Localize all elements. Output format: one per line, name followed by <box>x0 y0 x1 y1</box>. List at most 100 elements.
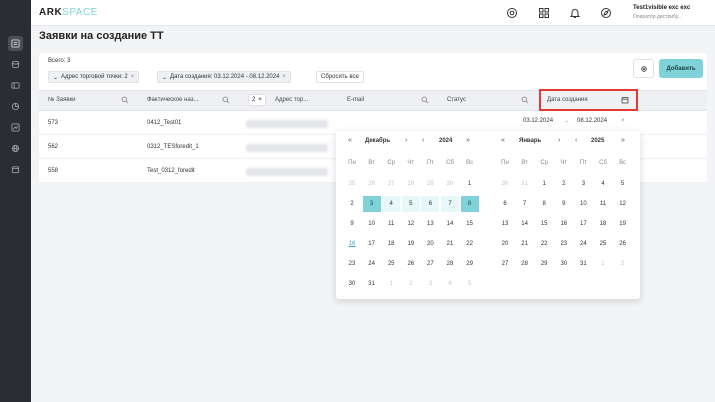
address-filter-badge[interactable]: 2 × <box>248 94 266 106</box>
calendar-day[interactable]: 25 <box>594 236 612 252</box>
next-month-icon[interactable]: › <box>405 137 407 144</box>
calendar-day[interactable]: 5 <box>614 176 632 192</box>
sidebar-item-reports[interactable] <box>8 120 23 135</box>
calendar-day[interactable]: 30 <box>343 276 361 292</box>
calendar-day[interactable]: 22 <box>535 236 553 252</box>
settings-button[interactable] <box>633 59 654 78</box>
calendar-day[interactable]: 13 <box>496 216 514 232</box>
calendar-day[interactable]: 28 <box>441 256 459 272</box>
calendar-day[interactable]: 5 <box>461 276 479 292</box>
calendar-day[interactable]: 6 <box>496 196 514 212</box>
calendar-day[interactable]: 29 <box>461 256 479 272</box>
search-icon[interactable] <box>121 96 129 104</box>
calendar-day[interactable]: 8 <box>460 196 479 212</box>
sidebar-item-global[interactable] <box>8 141 23 156</box>
calendar-icon[interactable] <box>621 96 629 104</box>
calendar-day[interactable]: 1 <box>535 176 553 192</box>
support-icon[interactable] <box>506 7 518 19</box>
calendar-day[interactable]: 20 <box>496 236 514 252</box>
calendar-day[interactable]: 1 <box>382 276 400 292</box>
calendar-day[interactable]: 2 <box>614 256 632 272</box>
calendar-day[interactable]: 14 <box>516 216 534 232</box>
calendar-day[interactable]: 16 <box>555 216 573 232</box>
calendar-day[interactable]: 10 <box>574 196 592 212</box>
calendar-day[interactable]: 9 <box>343 216 361 232</box>
calendar-day[interactable]: 2 <box>343 196 361 212</box>
calendar-day[interactable]: 19 <box>402 236 420 252</box>
calendar-day[interactable]: 5 <box>401 196 420 212</box>
calendar-day[interactable]: 30 <box>496 176 514 192</box>
right-month[interactable]: Январь <box>519 138 541 144</box>
close-icon[interactable]: × <box>258 97 262 103</box>
date-range-input[interactable]: 03.12.2024 → 08.12.2024 × <box>517 113 640 128</box>
column-number[interactable]: № Заявки <box>48 97 75 103</box>
search-icon[interactable] <box>222 96 230 104</box>
sidebar-item-database[interactable] <box>8 57 23 72</box>
calendar-day[interactable]: 18 <box>382 236 400 252</box>
close-icon[interactable]: × <box>131 74 135 80</box>
calendar-day[interactable]: 13 <box>421 216 439 232</box>
calendar-day[interactable]: 28 <box>402 176 420 192</box>
calendar-day[interactable]: 15 <box>461 216 479 232</box>
column-email[interactable]: E-mail <box>347 97 364 103</box>
left-year[interactable]: 2024 <box>439 138 452 144</box>
calendar-day[interactable]: 22 <box>461 236 479 252</box>
prev-month-icon[interactable]: ‹ <box>422 137 424 144</box>
calendar-day[interactable]: 7 <box>441 196 459 212</box>
calendar-day[interactable]: 8 <box>535 196 553 212</box>
calendar-day[interactable]: 2 <box>402 276 420 292</box>
calendar-day[interactable]: 29 <box>421 176 439 192</box>
add-button[interactable]: Добавить <box>659 59 703 78</box>
calendar-day[interactable]: 12 <box>614 196 632 212</box>
search-icon[interactable] <box>521 96 529 104</box>
calendar-day[interactable]: 27 <box>421 256 439 272</box>
sidebar-item-analytics[interactable] <box>8 99 23 114</box>
calendar-day[interactable]: 4 <box>382 196 401 212</box>
column-actual-name[interactable]: Фактическое наз... <box>147 97 199 103</box>
next-year-icon[interactable]: » <box>466 137 470 144</box>
bell-icon[interactable] <box>569 7 581 19</box>
calendar-day[interactable]: 27 <box>496 256 514 272</box>
calendar-day[interactable]: 24 <box>574 236 592 252</box>
calendar-day[interactable]: 29 <box>535 256 553 272</box>
apps-grid-icon[interactable] <box>538 7 550 19</box>
date-to[interactable]: 08.12.2024 <box>577 118 607 124</box>
calendar-day[interactable]: 3 <box>362 196 381 212</box>
calendar-day[interactable]: 1 <box>594 256 612 272</box>
column-date-created[interactable]: Дата создания <box>547 97 588 103</box>
close-icon[interactable]: × <box>282 74 286 80</box>
calendar-day[interactable]: 4 <box>441 276 459 292</box>
calendar-day[interactable]: 11 <box>594 196 612 212</box>
next-year-icon[interactable]: » <box>621 137 625 144</box>
right-year[interactable]: 2025 <box>591 138 604 144</box>
clear-icon[interactable]: × <box>621 118 625 124</box>
calendar-day[interactable]: 30 <box>441 176 459 192</box>
calendar-day[interactable]: 28 <box>516 256 534 272</box>
calendar-day[interactable]: 20 <box>421 236 439 252</box>
calendar-day[interactable]: 19 <box>614 216 632 232</box>
calendar-day[interactable]: 12 <box>402 216 420 232</box>
calendar-day[interactable]: 6 <box>421 196 440 212</box>
calendar-day[interactable]: 17 <box>363 236 381 252</box>
calendar-day[interactable]: 16 <box>343 236 361 252</box>
prev-year-icon[interactable]: « <box>501 137 505 144</box>
calendar-day[interactable]: 14 <box>441 216 459 232</box>
calendar-day[interactable]: 26 <box>402 256 420 272</box>
calendar-day[interactable]: 21 <box>516 236 534 252</box>
calendar-day[interactable]: 25 <box>343 176 361 192</box>
sidebar-item-cards[interactable] <box>8 78 23 93</box>
column-status[interactable]: Статус <box>447 97 466 103</box>
calendar-day[interactable]: 3 <box>574 176 592 192</box>
search-icon[interactable] <box>421 96 429 104</box>
calendar-day[interactable]: 31 <box>516 176 534 192</box>
reset-filters-button[interactable]: Сбросить все <box>316 71 364 83</box>
left-month[interactable]: Декабрь <box>365 138 390 144</box>
filter-chip-date[interactable]: ⌄ Дата создания: 03.12.2024 - 08.12.2024… <box>157 71 291 83</box>
calendar-day[interactable]: 31 <box>363 276 381 292</box>
calendar-day[interactable]: 10 <box>363 216 381 232</box>
calendar-day[interactable]: 15 <box>535 216 553 232</box>
calendar-day[interactable]: 9 <box>555 196 573 212</box>
prev-year-icon[interactable]: « <box>348 137 352 144</box>
calendar-day[interactable]: 30 <box>555 256 573 272</box>
calendar-day[interactable]: 17 <box>574 216 592 232</box>
